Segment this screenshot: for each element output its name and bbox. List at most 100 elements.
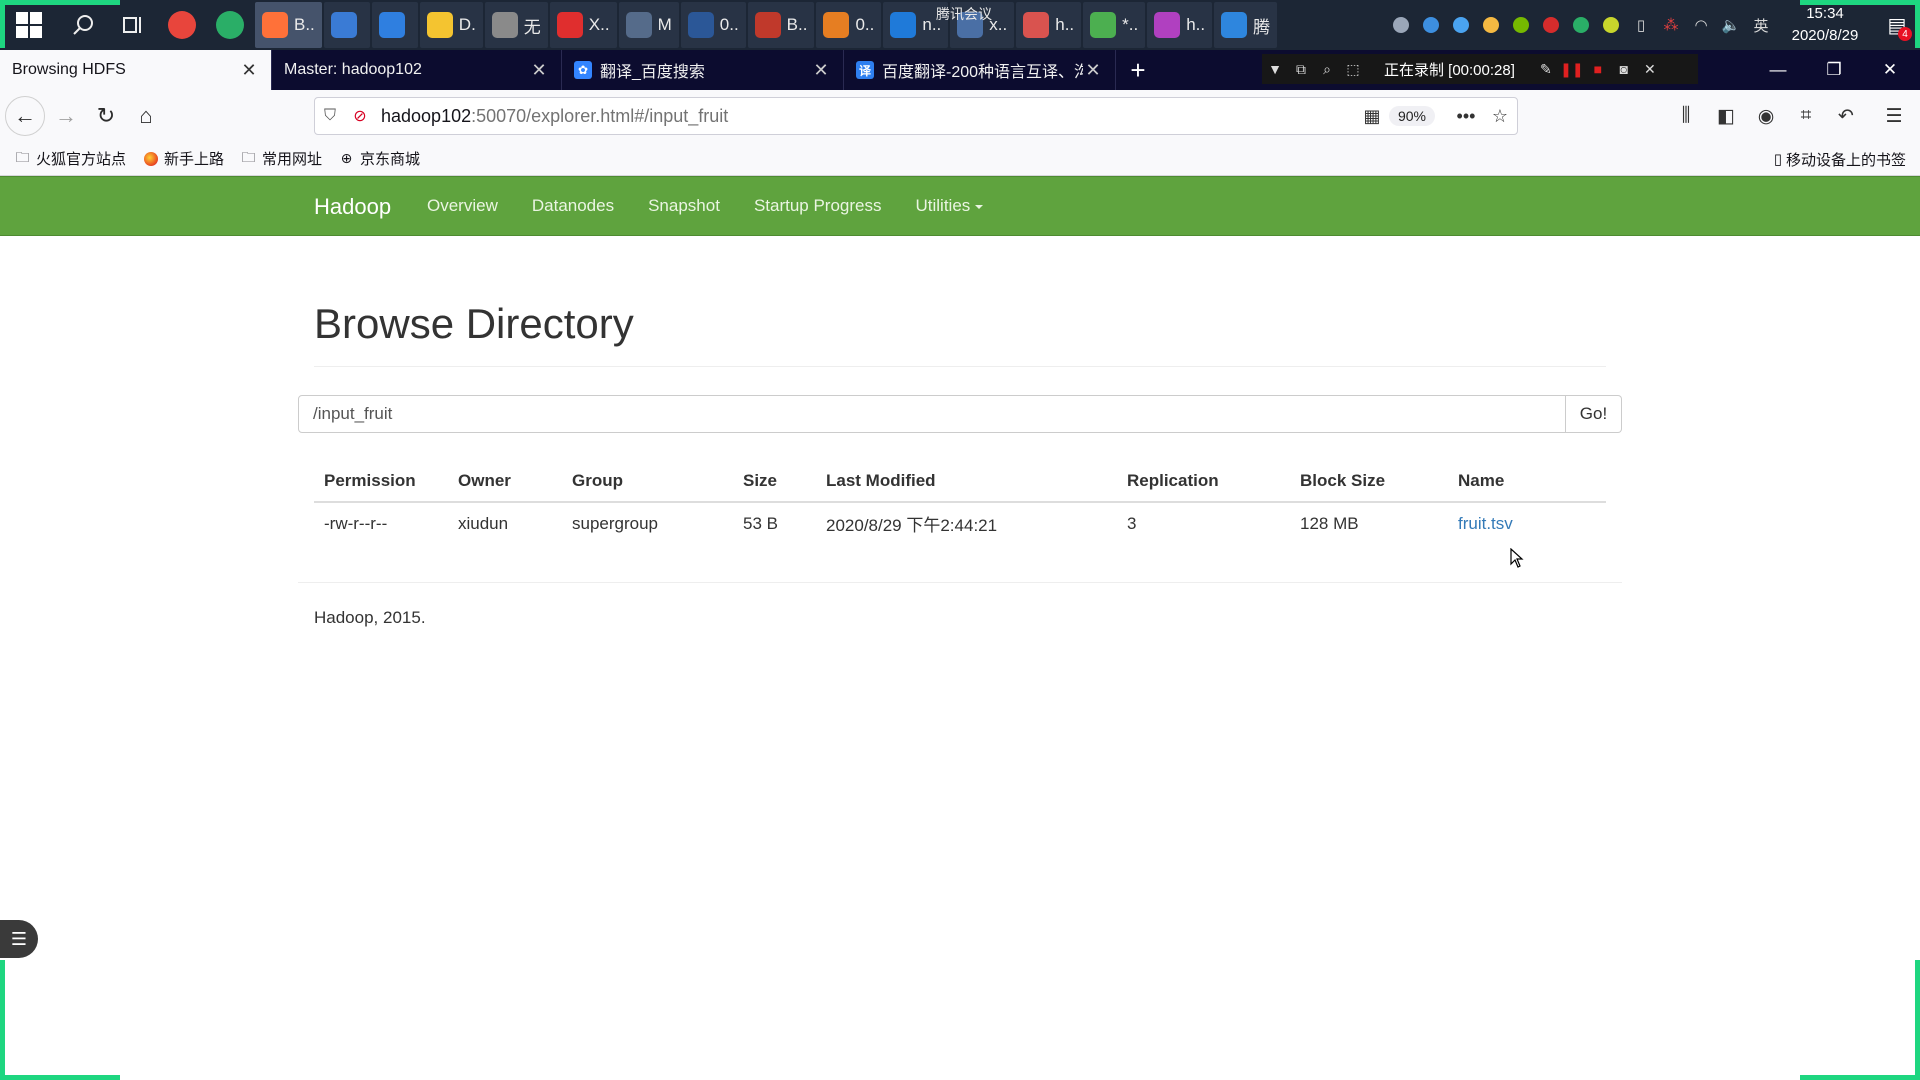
taskbar-clock[interactable]: 15:34 2020/8/29 [1776,3,1874,47]
nav-datanodes[interactable]: Datanodes [532,196,614,216]
tray-plus-icon[interactable] [1596,0,1626,50]
tray-dots-icon[interactable]: ⁂ [1656,0,1686,50]
account-icon[interactable]: ◉ [1748,100,1784,132]
tray-usb-icon[interactable]: ▯ [1626,0,1656,50]
taskbar-app-firefox[interactable]: B.. [255,2,322,48]
go-button[interactable]: Go! [1566,395,1622,433]
window-mode-icon[interactable]: ⧉ [1288,61,1314,78]
close-tab-icon[interactable]: ✕ [239,60,259,81]
screenshot-crop-icon[interactable]: ⌗ [1788,100,1824,132]
taskbar-app-sogou[interactable] [323,2,370,48]
close-tab-icon[interactable]: ✕ [1083,60,1103,81]
column-header-permission[interactable]: Permission [314,460,448,503]
windows-start-button[interactable] [0,0,58,50]
taskbar-app-wechat[interactable] [206,0,254,50]
sidebar-icon[interactable]: ◧ [1708,100,1744,132]
pause-icon[interactable]: ❚❚ [1559,61,1585,78]
taskbar-app-shell[interactable]: h.. [1016,2,1082,48]
nav-snapshot[interactable]: Snapshot [648,196,720,216]
tray-record-icon[interactable] [1536,0,1566,50]
footer-text: Hadoop, 2015. [314,608,426,627]
column-header-name[interactable]: Name [1448,460,1606,503]
nav-startup-progress[interactable]: Startup Progress [754,196,882,216]
taskbar-app-xmind[interactable]: X.. [549,2,617,48]
tab-master-hadoop102[interactable]: Master: hadoop102 ✕ [272,50,562,90]
stop-icon[interactable]: ■ [1585,61,1611,77]
nav-utilities-dropdown[interactable]: Utilities [916,196,984,216]
directory-path-input[interactable]: /input_fruit [298,395,1566,433]
nav-overview[interactable]: Overview [427,196,498,216]
home-button[interactable]: ⌂ [126,96,166,136]
bookmark-firefox-site[interactable]: 🗀 火狐官方站点 [14,148,127,169]
library-icon[interactable]: ⫼ [1668,100,1704,132]
zoom-level-badge[interactable]: 90% [1388,106,1435,126]
column-header-replication[interactable]: Replication [1117,460,1290,503]
reload-icon: ↻ [96,103,116,128]
zoom-icon[interactable]: ⌕ [1314,61,1340,78]
taskbar-app-editor[interactable]: *.. [1083,2,1146,48]
wifi-icon[interactable]: ◠ [1686,0,1716,50]
qr-code-icon[interactable]: ▦ [1355,106,1389,127]
floating-list-button[interactable]: ☰ [0,920,38,958]
dropdown-icon[interactable]: ▼ [1262,61,1288,77]
taskbar-app-idea[interactable]: h.. [1147,2,1213,48]
taskbar-app-word[interactable]: 0.. [680,2,746,48]
hadoop-brand[interactable]: Hadoop [314,194,391,220]
taskbar-app-paint[interactable]: 无 [484,2,548,48]
taskbar-app-tencent[interactable]: 腾 [1214,2,1278,48]
column-header-group[interactable]: Group [562,460,733,503]
taskbar-app-pdf[interactable]: 0.. [816,2,882,48]
undo-icon[interactable]: ↶ [1828,100,1864,132]
camera-icon[interactable]: ◙ [1611,61,1637,77]
tray-wechat-icon[interactable] [1566,0,1596,50]
ime-indicator[interactable]: 英 [1746,0,1776,50]
column-header-block-size[interactable]: Block Size [1290,460,1448,503]
tab-baidu-search[interactable]: ✿ 翻译_百度搜索 ✕ [562,50,844,90]
close-tab-icon[interactable]: ✕ [811,60,831,81]
minimize-window-button[interactable]: — [1750,50,1806,90]
new-tab-button[interactable]: + [1116,50,1160,90]
tray-box-icon[interactable] [1446,0,1476,50]
action-center-button[interactable]: ▤ 4 [1874,0,1920,50]
column-header-last-modified[interactable]: Last Modified [816,460,1117,503]
tray-shield-icon[interactable] [1416,0,1446,50]
close-tab-icon[interactable]: ✕ [529,60,549,81]
tray-app-icon[interactable] [1386,0,1416,50]
tracking-shield-icon[interactable]: ⛉ [315,107,345,125]
restore-window-button[interactable]: ❐ [1806,50,1862,90]
taskbar-app-recorder[interactable]: B.. [747,2,815,48]
taskbar-app-explorer[interactable]: D. [419,2,483,48]
bookmark-getting-started[interactable]: 新手上路 [142,148,224,169]
task-view-button[interactable] [108,0,158,50]
page-actions-icon[interactable]: ••• [1449,106,1483,127]
tab-browsing-hdfs[interactable]: Browsing HDFS ✕ [0,50,272,90]
tray-nvidia-icon[interactable] [1506,0,1536,50]
taskbar-search-button[interactable] [58,0,108,50]
taskbar-app-cloud[interactable] [371,2,418,48]
back-button[interactable]: ← [5,96,45,136]
column-header-size[interactable]: Size [733,460,816,503]
mobile-bookmarks[interactable]: ▯ 移动设备上的书签 [1774,142,1906,176]
taskbar-app-notepad[interactable]: M [618,2,679,48]
cell-name: fruit.tsv [1448,502,1606,544]
bookmark-star-icon[interactable]: ☆ [1483,106,1517,127]
bookmark-jd-mall[interactable]: ⊕ 京东商城 [338,148,420,169]
pen-icon[interactable]: ✎ [1533,61,1559,78]
tray-cloud-icon[interactable] [1476,0,1506,50]
insecure-connection-icon[interactable]: ⊘ [345,106,375,126]
region-icon[interactable]: ⬚ [1340,61,1366,78]
close-recorder-icon[interactable]: ✕ [1637,61,1663,78]
file-link[interactable]: fruit.tsv [1458,514,1513,533]
taskbar-app-chrome[interactable] [158,0,206,50]
tab-baidu-translate[interactable]: 译 百度翻译-200种语言互译、沟通 ✕ [844,50,1116,90]
clock-time: 15:34 [1806,5,1844,22]
reload-button[interactable]: ↻ [86,96,126,136]
column-header-owner[interactable]: Owner [448,460,562,503]
forward-button[interactable]: → [46,96,86,136]
address-bar[interactable]: ⛉ ⊘ hadoop102:50070/explorer.html#/input… [314,97,1518,135]
url-text[interactable]: hadoop102:50070/explorer.html#/input_fru… [375,106,1355,127]
bookmark-common-sites[interactable]: 🗀 常用网址 [240,148,323,169]
volume-icon[interactable]: 🔈 [1716,0,1746,50]
close-window-button[interactable]: ✕ [1862,50,1918,90]
menu-hamburger-icon[interactable]: ☰ [1876,100,1912,132]
